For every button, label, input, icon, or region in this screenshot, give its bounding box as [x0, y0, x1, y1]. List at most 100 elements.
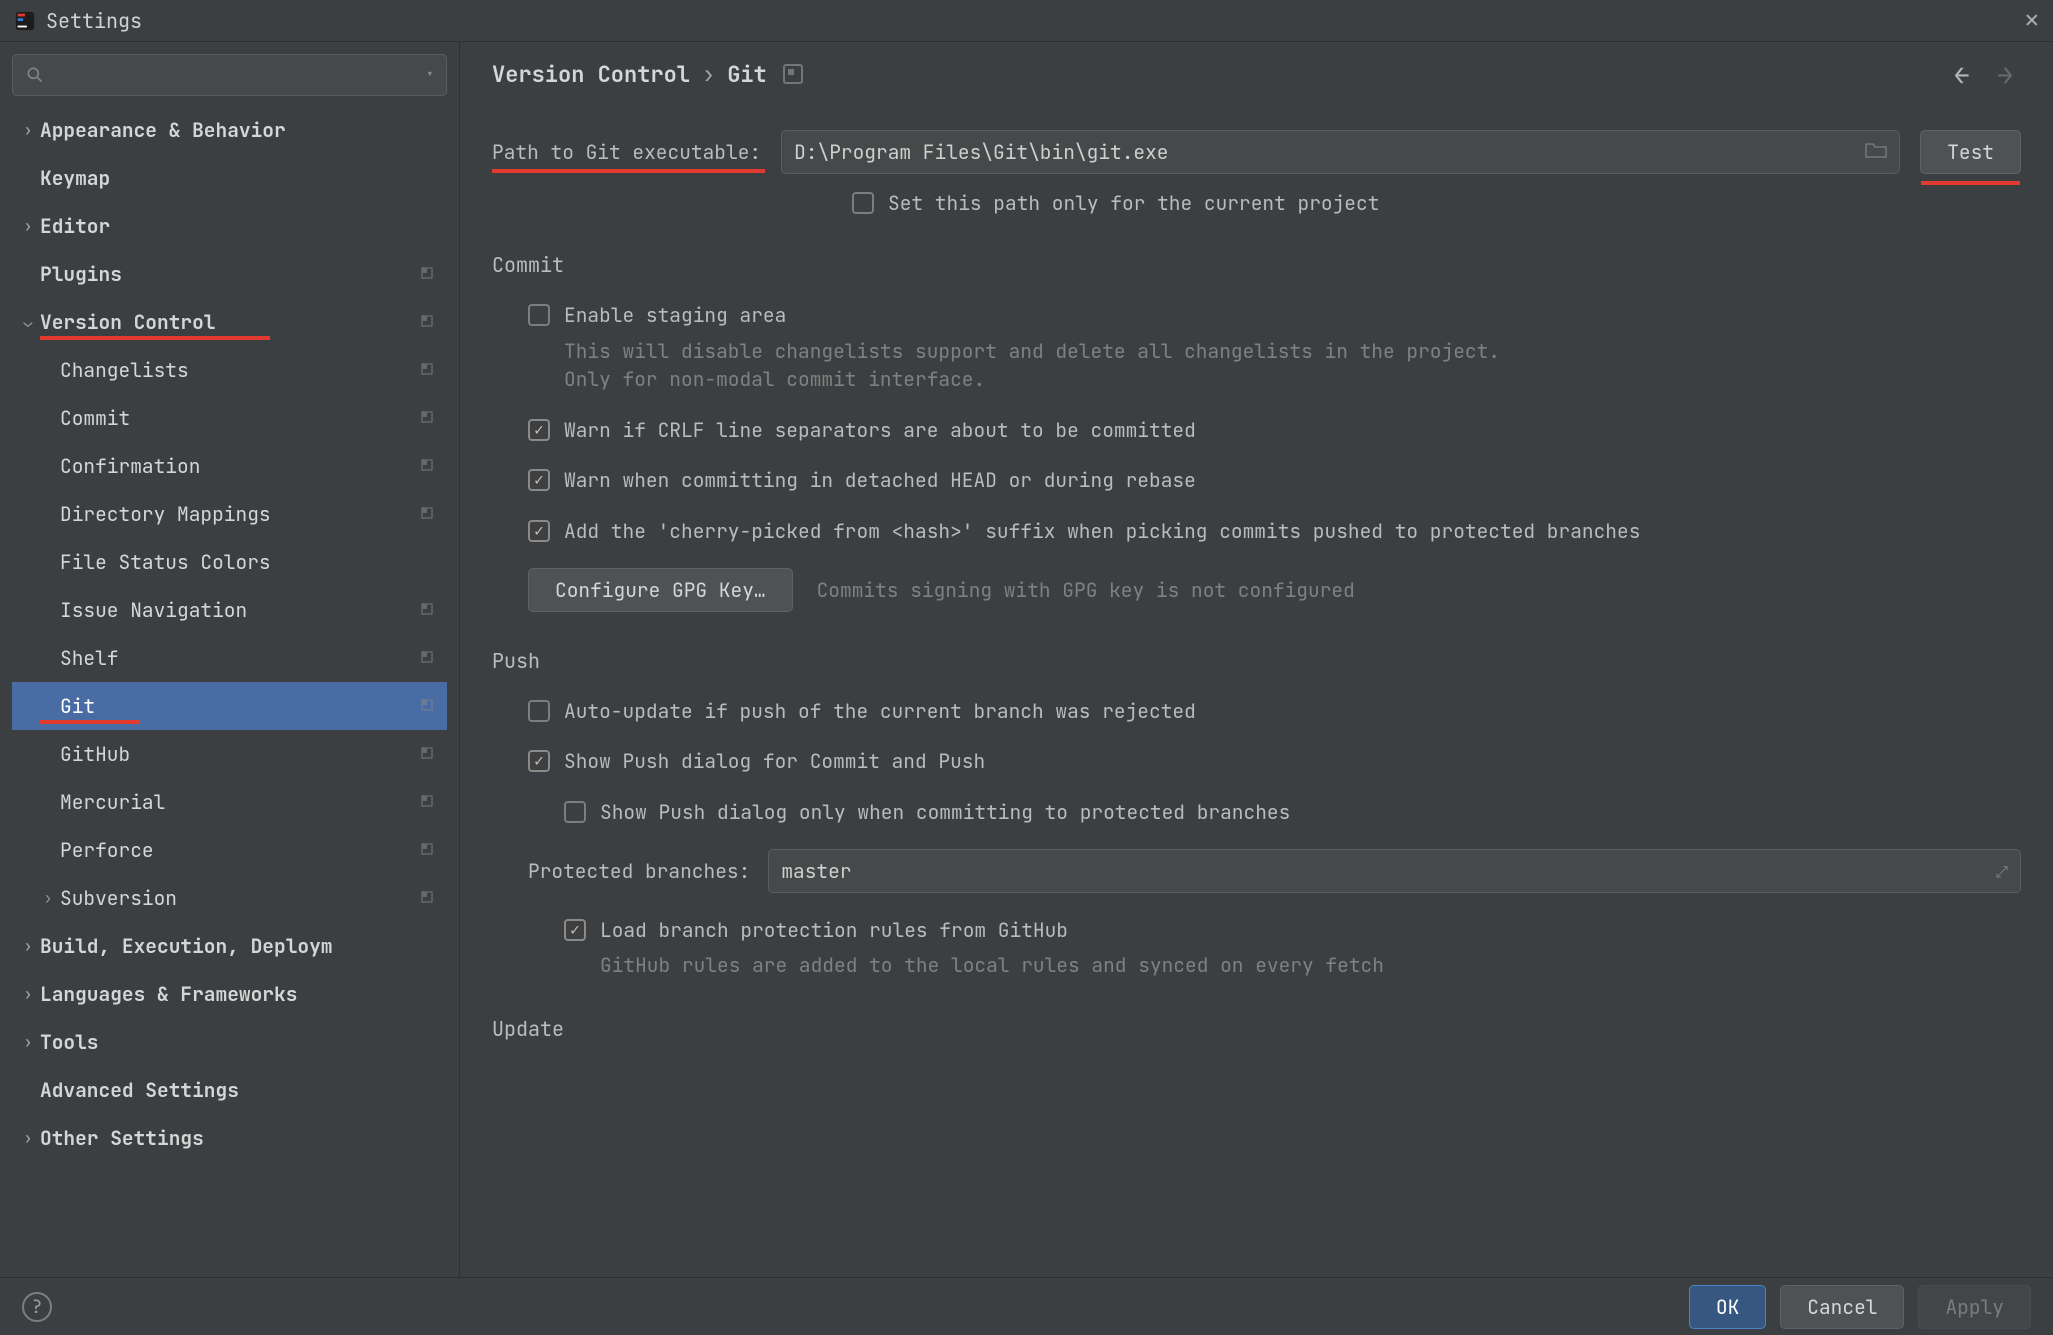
- tree-item-editor[interactable]: Editor: [12, 202, 447, 250]
- chevron-icon[interactable]: [16, 984, 40, 1004]
- back-button[interactable]: ←: [1946, 57, 1978, 92]
- tree-item-file-status-colors[interactable]: File Status Colors: [12, 538, 447, 586]
- per-project-icon: [419, 453, 437, 479]
- chevron-icon[interactable]: [16, 216, 40, 236]
- tree-item-label: Perforce: [60, 837, 419, 863]
- cancel-button[interactable]: Cancel: [1780, 1285, 1904, 1329]
- tree-item-github[interactable]: GitHub: [12, 730, 447, 778]
- per-project-icon: [419, 645, 437, 671]
- per-project-icon: [419, 261, 437, 287]
- tree-item-version-control[interactable]: Version Control: [12, 298, 447, 346]
- tree-item-issue-navigation[interactable]: Issue Navigation: [12, 586, 447, 634]
- tree-item-label: Build, Execution, Deploym: [40, 933, 437, 959]
- protected-branches-field[interactable]: [781, 858, 1995, 884]
- app-logo-icon: [14, 10, 36, 32]
- chevron-icon[interactable]: [16, 120, 40, 140]
- tree-item-tools[interactable]: Tools: [12, 1018, 447, 1066]
- tree-item-label: GitHub: [60, 741, 419, 767]
- search-field[interactable]: [55, 63, 416, 88]
- load-rules-label: Load branch protection rules from GitHub: [600, 917, 1068, 943]
- show-push-protected-checkbox[interactable]: [564, 801, 586, 823]
- ok-button[interactable]: OK: [1689, 1285, 1766, 1329]
- protected-branches-label: Protected branches:: [528, 858, 750, 884]
- git-path-field[interactable]: [794, 139, 1865, 165]
- tree-item-changelists[interactable]: Changelists: [12, 346, 447, 394]
- section-update-title: Update: [492, 1016, 2021, 1042]
- tree-item-perforce[interactable]: Perforce: [12, 826, 447, 874]
- load-rules-hint: GitHub rules are added to the local rule…: [528, 951, 1528, 979]
- annotation-underline: [40, 720, 140, 724]
- crlf-checkbox[interactable]: [528, 419, 550, 441]
- search-input[interactable]: ▾: [12, 54, 447, 96]
- path-project-only-checkbox[interactable]: [852, 192, 874, 214]
- per-project-icon: [419, 405, 437, 431]
- reset-icon[interactable]: [783, 64, 803, 84]
- test-button[interactable]: Test: [1920, 130, 2021, 174]
- per-project-icon: [419, 357, 437, 383]
- tree-item-label: Keymap: [40, 165, 437, 191]
- show-push-checkbox[interactable]: [528, 750, 550, 772]
- detached-checkbox[interactable]: [528, 469, 550, 491]
- apply-button: Apply: [1918, 1285, 2031, 1329]
- section-push-title: Push: [492, 648, 2021, 674]
- auto-update-label: Auto-update if push of the current branc…: [564, 698, 1196, 724]
- tree-item-shelf[interactable]: Shelf: [12, 634, 447, 682]
- tree-item-mercurial[interactable]: Mercurial: [12, 778, 447, 826]
- cherry-checkbox[interactable]: [528, 520, 550, 542]
- staging-checkbox[interactable]: [528, 304, 550, 326]
- chevron-icon[interactable]: [16, 312, 40, 332]
- tree-item-label: Languages & Frameworks: [40, 981, 437, 1007]
- tree-item-label: Changelists: [60, 357, 419, 383]
- auto-update-checkbox[interactable]: [528, 700, 550, 722]
- chevron-icon[interactable]: [16, 936, 40, 956]
- breadcrumb-parent[interactable]: Version Control: [492, 60, 690, 89]
- tree-item-label: File Status Colors: [60, 549, 437, 575]
- tree-item-label: Shelf: [60, 645, 419, 671]
- crlf-label: Warn if CRLF line separators are about t…: [564, 417, 1196, 443]
- chevron-icon[interactable]: [36, 888, 60, 908]
- tree-item-confirmation[interactable]: Confirmation: [12, 442, 447, 490]
- tree-item-build-execution-deploym[interactable]: Build, Execution, Deploym: [12, 922, 447, 970]
- tree-item-directory-mappings[interactable]: Directory Mappings: [12, 490, 447, 538]
- tree-item-label: Other Settings: [40, 1125, 437, 1151]
- per-project-icon: [419, 309, 437, 335]
- detached-label: Warn when committing in detached HEAD or…: [564, 467, 1196, 493]
- tree-item-git[interactable]: Git: [12, 682, 447, 730]
- tree-item-advanced-settings[interactable]: Advanced Settings: [12, 1066, 447, 1114]
- cherry-label: Add the 'cherry-picked from <hash>' suff…: [564, 518, 1640, 544]
- browse-folder-icon[interactable]: [1865, 139, 1887, 165]
- search-icon: [25, 65, 45, 85]
- settings-tree: Appearance & Behavior Keymap EditorPlugins…: [12, 106, 447, 1277]
- close-button[interactable]: ✕: [2025, 5, 2039, 36]
- load-rules-checkbox[interactable]: [564, 919, 586, 941]
- tree-item-subversion[interactable]: Subversion: [12, 874, 447, 922]
- forward-button: →: [1989, 57, 2021, 92]
- tree-item-label: Git: [60, 693, 419, 719]
- protected-branches-input[interactable]: ⤢: [768, 849, 2021, 893]
- tree-item-appearance-behavior[interactable]: Appearance & Behavior: [12, 106, 447, 154]
- configure-gpg-button[interactable]: Configure GPG Key…: [528, 568, 793, 612]
- show-push-label: Show Push dialog for Commit and Push: [564, 748, 985, 774]
- chevron-icon[interactable]: [16, 1128, 40, 1148]
- breadcrumb-current: Git: [727, 60, 767, 89]
- tree-item-other-settings[interactable]: Other Settings: [12, 1114, 447, 1162]
- git-path-input[interactable]: [781, 130, 1900, 174]
- path-project-only-label: Set this path only for the current proje…: [888, 190, 1379, 216]
- filter-icon[interactable]: ▾: [426, 66, 434, 84]
- tree-item-languages-frameworks[interactable]: Languages & Frameworks: [12, 970, 447, 1018]
- per-project-icon: [419, 501, 437, 527]
- chevron-icon[interactable]: [16, 1032, 40, 1052]
- tree-item-label: Version Control: [40, 309, 419, 335]
- tree-item-plugins[interactable]: Plugins: [12, 250, 447, 298]
- expand-icon[interactable]: ⤢: [1995, 861, 2008, 882]
- main-header: Version Control › Git ← →: [460, 42, 2053, 106]
- main-panel: Version Control › Git ← → Path to Git ex…: [460, 42, 2053, 1277]
- tree-item-commit[interactable]: Commit: [12, 394, 447, 442]
- tree-item-label: Mercurial: [60, 789, 419, 815]
- tree-item-label: Confirmation: [60, 453, 419, 479]
- staging-hint: This will disable changelists support an…: [528, 337, 1528, 394]
- help-button[interactable]: ?: [22, 1292, 52, 1322]
- path-label: Path to Git executable:: [492, 139, 761, 165]
- staging-label: Enable staging area: [564, 302, 786, 328]
- tree-item-keymap[interactable]: Keymap: [12, 154, 447, 202]
